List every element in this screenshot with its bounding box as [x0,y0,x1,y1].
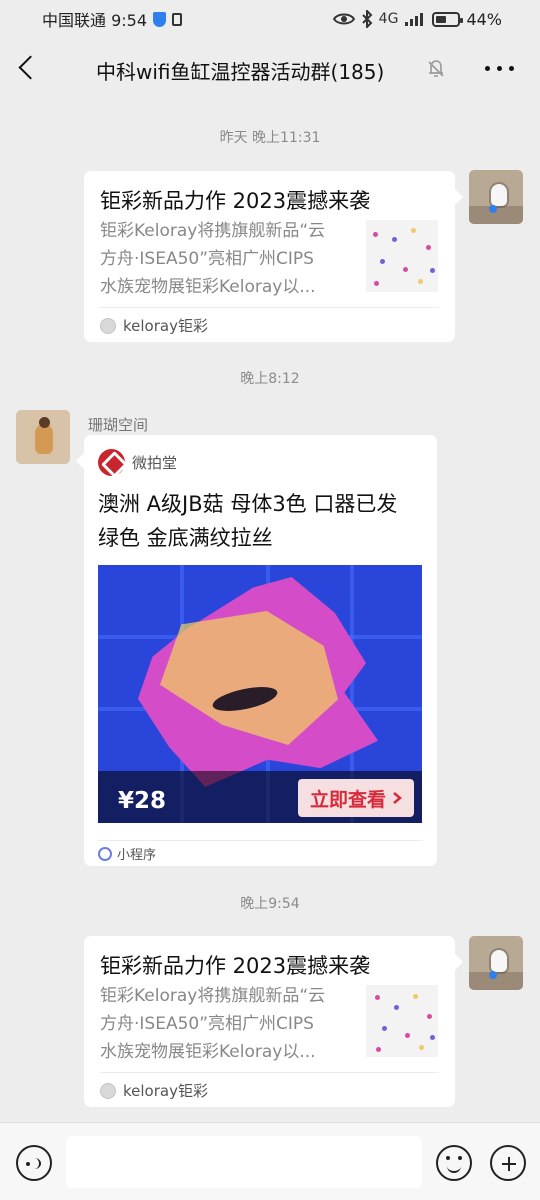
sender-avatar[interactable] [16,410,70,464]
mini-program-icon [98,846,112,861]
bluetooth-icon [361,10,373,28]
card-divider [100,1072,439,1073]
status-left: 中国联通 9:54 [42,7,183,31]
battery-percent: 44% [466,9,502,29]
message-time: 晚上9:54 [240,896,300,912]
article-description-line: 钜彩Keloray将携旗舰新品“云 [100,221,326,241]
article-card[interactable]: 钜彩新品力作 2023震撼来袭 钜彩Keloray将携旗舰新品“云 方舟·ISE… [84,936,463,1107]
carrier-time: 中国联通 9:54 [42,11,148,30]
article-source: keloray钜彩 [100,315,208,336]
article-description-line: 钜彩Keloray将携旗舰新品“云 [100,986,326,1006]
article-description-line: 方舟·ISEA50”亮相广州CIPS [100,1014,314,1034]
article-thumbnail [366,985,438,1057]
article-source: keloray钜彩 [100,1080,208,1101]
network-icon: 4G [378,11,399,27]
source-avatar-icon [100,317,116,334]
add-attachment-button[interactable] [490,1145,526,1181]
weipaitang-logo-icon [98,449,125,476]
article-title: 钜彩新品力作 2023震撼来袭 [100,189,371,213]
source-name: keloray钜彩 [123,1082,208,1100]
mini-program-footer: 小程序 [98,844,156,863]
card-divider [98,840,423,841]
more-horizontal-icon[interactable] [485,66,514,71]
emoji-button[interactable] [436,1145,472,1181]
message-input[interactable] [66,1136,422,1188]
source-name: keloray钜彩 [123,317,208,335]
article-description: 钜彩Keloray将携旗舰新品“云 方舟·ISEA50”亮相广州CIPS 水族宠… [100,217,352,301]
chevron-right-icon [393,792,402,804]
voice-input-button[interactable] [16,1145,52,1181]
article-description-line: 水族宠物展钜彩Keloray以... [100,277,316,297]
view-now-label: 立即查看 [309,788,386,811]
mini-program-header: 微拍堂 [98,449,177,476]
article-description-line: 方舟·ISEA50”亮相广州CIPS [100,249,314,269]
status-right: 4G 44% [332,9,502,29]
sender-name: 珊瑚空间 [88,416,149,434]
chat-title: 中科wifi鱼缸温控器活动群(185) [96,60,385,84]
chat-header: 中科wifi鱼缸温控器活动群(185) [0,38,540,100]
eye-icon [332,13,355,25]
bell-off-icon[interactable] [426,59,446,79]
view-now-button[interactable]: 立即查看 [298,779,414,817]
article-thumbnail [366,220,438,292]
lock-icon [172,12,183,26]
product-price: ¥28 [118,788,167,814]
status-bar: 中国联通 9:54 4G 44% [0,0,540,38]
self-avatar[interactable] [469,936,523,990]
source-avatar-icon [100,1082,116,1099]
mini-program-card[interactable]: 微拍堂 澳洲 A级JB菇 母体3色 口器已发绿色 金底满纹拉丝 ¥28 立即查看… [76,435,437,866]
shield-icon [153,11,167,27]
article-title: 钜彩新品力作 2023震撼来袭 [100,954,371,978]
card-divider [100,307,439,308]
article-description-line: 水族宠物展钜彩Keloray以... [100,1042,316,1062]
message-time: 晚上8:12 [240,371,300,387]
battery-icon [432,11,464,27]
mini-program-name: 微拍堂 [132,454,178,472]
signal-icon [405,13,424,26]
message-time: 昨天 晚上11:31 [219,130,321,146]
mini-program-label: 小程序 [117,848,157,863]
message-input-bar [0,1122,540,1200]
mini-program-title: 澳洲 A级JB菇 母体3色 口器已发绿色 金底满纹拉丝 [98,492,398,550]
article-card[interactable]: 钜彩新品力作 2023震撼来袭 钜彩Keloray将携旗舰新品“云 方舟·ISE… [84,171,463,342]
chevron-left-icon[interactable] [18,57,38,81]
coral-product-image: ¥28 立即查看 [98,565,422,823]
article-description: 钜彩Keloray将携旗舰新品“云 方舟·ISEA50”亮相广州CIPS 水族宠… [100,982,352,1066]
self-avatar[interactable] [469,170,523,224]
